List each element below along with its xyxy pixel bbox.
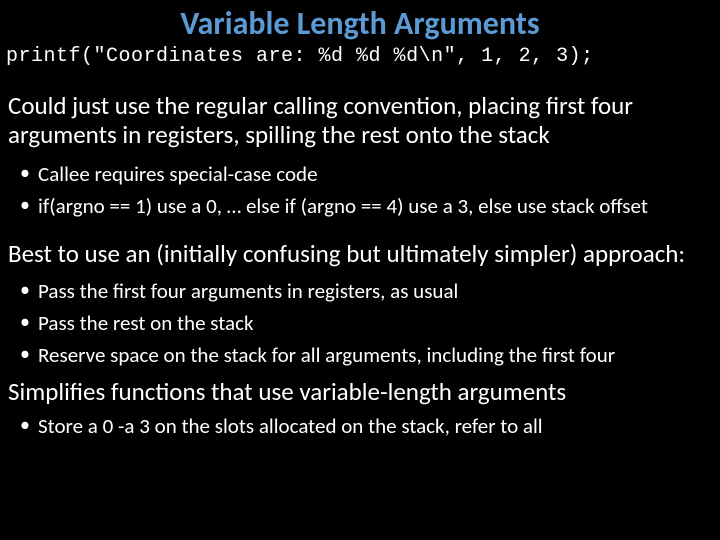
slide-title: Variable Length Arguments xyxy=(0,0,720,45)
paragraph-1: Could just use the regular calling conve… xyxy=(0,80,720,156)
code-example: printf("Coordinates are: %d %d %d\n", 1,… xyxy=(0,45,720,80)
bullet-list-2: Pass the first four arguments in registe… xyxy=(0,273,720,376)
bullet-list-3: Store a 0 -a 3 on the slots allocated on… xyxy=(0,408,720,446)
paragraph-3: Simplifies functions that use variable-l… xyxy=(0,376,720,409)
list-item: Store a 0 -a 3 on the slots allocated on… xyxy=(38,410,712,442)
list-item: Reserve space on the stack for all argum… xyxy=(38,339,712,371)
list-item: if(argno == 1) use a 0, … else if (argno… xyxy=(38,190,712,222)
paragraph-2: Best to use an (initially confusing but … xyxy=(0,226,720,273)
bullet-list-1: Callee requires special-case code if(arg… xyxy=(0,156,720,227)
list-item: Pass the first four arguments in registe… xyxy=(38,275,712,307)
list-item: Callee requires special-case code xyxy=(38,158,712,190)
list-item: Pass the rest on the stack xyxy=(38,307,712,339)
slide: Variable Length Arguments printf("Coordi… xyxy=(0,0,720,540)
